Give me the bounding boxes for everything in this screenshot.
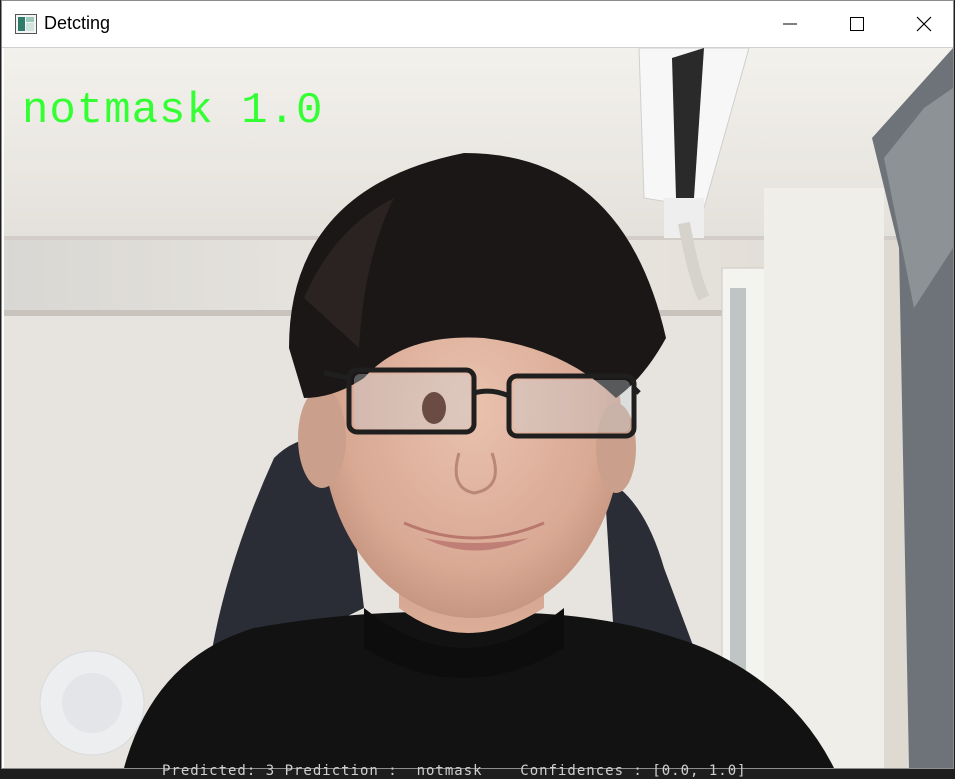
webcam-frame — [4, 48, 953, 768]
close-button[interactable] — [895, 1, 953, 47]
minimize-icon — [783, 23, 797, 25]
app-icon — [15, 14, 37, 34]
window-title: Detcting — [44, 13, 111, 33]
maximize-icon — [850, 17, 864, 31]
close-icon — [916, 16, 932, 32]
title-bar[interactable]: Detcting — [2, 1, 953, 48]
detection-window: Detcting notmask 1.0 — [1, 0, 954, 769]
maximize-button[interactable] — [828, 1, 886, 47]
console-output: Predicted: 3 Prediction : notmask Confid… — [162, 763, 747, 779]
minimize-button[interactable] — [761, 1, 819, 47]
camera-feed: notmask 1.0 — [4, 48, 953, 768]
detection-label: notmask 1.0 — [22, 86, 324, 136]
